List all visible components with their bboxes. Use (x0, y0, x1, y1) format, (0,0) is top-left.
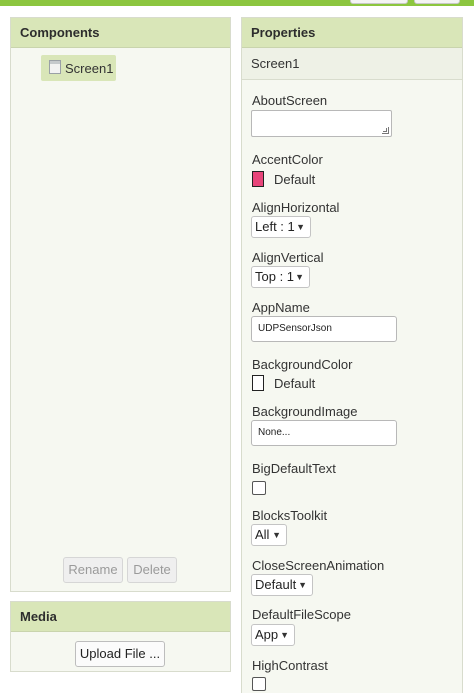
delete-button[interactable]: Delete (127, 557, 177, 583)
components-title: Components (11, 18, 230, 48)
accent-color-swatch[interactable] (252, 171, 264, 187)
upload-file-button[interactable]: Upload File ... (75, 641, 165, 667)
big-default-text-checkbox[interactable] (252, 481, 266, 495)
tree-item-label: Screen1 (65, 61, 114, 76)
media-title: Media (11, 602, 230, 632)
background-color-label: BackgroundColor (252, 357, 353, 372)
align-vertical-value: Top : 1 (255, 269, 295, 284)
top-accent-bar (0, 0, 474, 6)
background-image-picker[interactable]: None... (251, 420, 397, 446)
toolbar-button[interactable] (414, 0, 460, 4)
high-contrast-label: HighContrast (252, 658, 328, 673)
properties-panel: Properties Screen1 AboutScreen AccentCol… (241, 17, 463, 693)
default-file-scope-dropdown[interactable]: App ▼ (251, 624, 295, 646)
app-name-label: AppName (252, 300, 310, 315)
selected-component-name: Screen1 (242, 48, 462, 80)
close-screen-animation-label: CloseScreenAnimation (252, 558, 385, 573)
rename-button[interactable]: Rename (63, 557, 123, 583)
about-screen-label: AboutScreen (252, 93, 328, 108)
dropdown-arrow-icon: ▼ (280, 630, 289, 640)
background-image-label: BackgroundImage (252, 404, 358, 419)
components-panel: Components Screen1 Rename Delete (10, 17, 231, 592)
default-file-scope-label: DefaultFileScope (252, 607, 351, 622)
app-name-input[interactable]: UDPSensorJson (251, 316, 397, 342)
resize-handle-icon[interactable] (382, 127, 389, 134)
accent-color-label: AccentColor (252, 152, 323, 167)
blocks-toolkit-label: BlocksToolkit (252, 508, 328, 523)
align-vertical-dropdown[interactable]: Top : 1 ▼ (251, 266, 310, 288)
screen-icon (49, 60, 61, 74)
align-vertical-label: AlignVertical (252, 250, 324, 265)
accent-color-value[interactable]: Default (274, 172, 315, 187)
align-horizontal-dropdown[interactable]: Left : 1 ▼ (251, 216, 311, 238)
properties-title: Properties (242, 18, 462, 48)
tree-item-screen1[interactable]: Screen1 (41, 55, 116, 81)
align-horizontal-value: Left : 1 (255, 219, 295, 234)
high-contrast-checkbox[interactable] (252, 677, 266, 691)
about-screen-textarea[interactable] (251, 110, 392, 137)
default-file-scope-value: App (255, 627, 279, 642)
dropdown-arrow-icon: ▼ (298, 580, 307, 590)
dropdown-arrow-icon: ▼ (295, 272, 304, 282)
blocks-toolkit-dropdown[interactable]: All ▼ (251, 524, 287, 546)
toolbar-button[interactable] (350, 0, 408, 4)
background-color-swatch[interactable] (252, 375, 264, 391)
dropdown-arrow-icon: ▼ (272, 530, 281, 540)
background-color-value[interactable]: Default (274, 376, 315, 391)
close-screen-animation-dropdown[interactable]: Default ▼ (251, 574, 313, 596)
blocks-toolkit-value: All (255, 527, 270, 542)
close-screen-animation-value: Default (255, 577, 297, 592)
big-default-text-label: BigDefaultText (252, 461, 336, 476)
media-panel: Media Upload File ... (10, 601, 231, 672)
dropdown-arrow-icon: ▼ (296, 222, 305, 232)
align-horizontal-label: AlignHorizontal (252, 200, 340, 215)
